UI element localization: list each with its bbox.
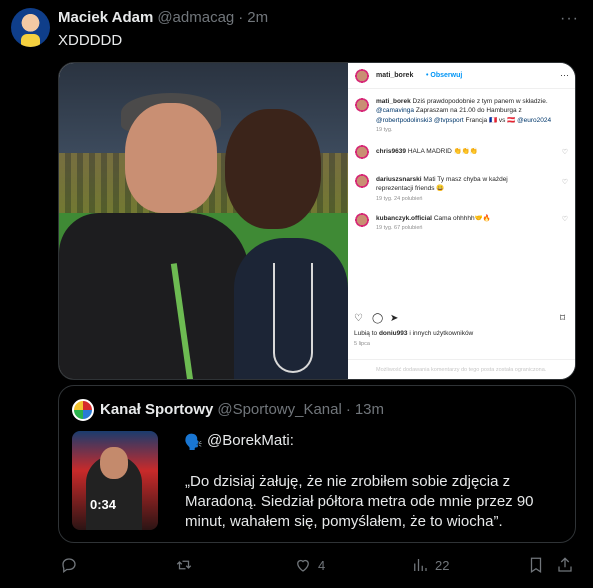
ig-username: mati_borek: [376, 72, 414, 79]
selfie-photo: [59, 63, 348, 379]
necklace: [273, 263, 313, 373]
ig-comment-user: chris9639: [376, 148, 406, 155]
quoted-header: Kanał Sportowy @Sportowy_Kanal · 13m: [100, 401, 384, 418]
views-count: 22: [435, 557, 450, 573]
ig-comment-meta: 19 tyg. 67 polubień: [376, 225, 423, 231]
like-button[interactable]: 4: [294, 556, 325, 574]
person-left-jacket: [59, 213, 249, 379]
ig-comment-icon: ◯: [372, 313, 384, 324]
ig-caption-part2: Zapraszam na 21.00 do Hamburga z: [415, 107, 522, 115]
tweet-media-image[interactable]: mati_borek • Obserwuj ··· mati_borek Dzi…: [58, 62, 576, 380]
ig-caption-avatar: [354, 97, 370, 113]
like-count: 4: [318, 557, 326, 573]
ig-like-icon: ♡: [354, 313, 363, 324]
quoted-tweet[interactable]: Kanał Sportowy @Sportowy_Kanal · 13m 0:3…: [58, 385, 576, 543]
ig-mention: @tvpsport: [433, 116, 464, 124]
share-button[interactable]: [556, 556, 574, 574]
quoted-text: „Do dzisiaj żałuję, że nie zrobiłem sobi…: [185, 473, 534, 530]
tweet-action-bar: 4 22: [58, 556, 576, 576]
ig-likes-suffix: i innych użytkowników: [409, 330, 474, 337]
ig-caption-part3: Francja 🇫🇷 vs 🇦🇹: [465, 116, 516, 124]
reply-button[interactable]: [60, 556, 84, 574]
ig-caption-user: mati_borek: [376, 98, 411, 105]
author-avatar[interactable]: [11, 8, 50, 47]
ig-header: mati_borek • Obserwuj ···: [348, 63, 575, 89]
quoted-mention[interactable]: @BorekMati:: [207, 432, 294, 449]
ig-comments-disabled: Możliwość dodawania komentarzy do tego p…: [348, 359, 575, 379]
ig-avatar: [354, 68, 370, 84]
ig-comment-user: kubanczyk.official: [376, 215, 432, 222]
video-duration: 0:34: [90, 497, 117, 512]
ig-heart-icon: ♡: [561, 149, 568, 156]
ig-mention: @robertpodolinski3: [376, 116, 433, 124]
ig-share-icon: ➤: [390, 313, 399, 324]
retweet-button[interactable]: [175, 556, 199, 574]
ig-heart-icon: ♡: [561, 179, 568, 186]
ig-likes: Lubią to doniu993 i innych użytkowników: [354, 330, 473, 337]
ig-mention: @euro2024: [517, 116, 552, 124]
ig-more-icon: ···: [560, 70, 569, 80]
ig-mention: @camavinga: [376, 107, 415, 115]
person-right-face: [225, 109, 321, 229]
ig-likes-prefix: Lubią to: [354, 330, 378, 337]
tweet-text: XDDDDD: [58, 32, 123, 49]
bookmark-button[interactable]: [527, 556, 545, 574]
ig-save-icon: ⌑: [560, 313, 566, 324]
quoted-avatar[interactable]: [72, 399, 94, 421]
ig-comment-avatar: [354, 173, 370, 189]
ig-caption: mati_borek Dziś prawdopodobnie z tym pan…: [376, 97, 566, 125]
author-handle[interactable]: @admacag: [157, 9, 234, 26]
ig-comment-text: Cama ohhhhh🤝🔥: [433, 215, 491, 222]
ig-comment: chris9639 HALA MADRID 👏👏👏: [376, 147, 566, 156]
separator: ·: [238, 9, 244, 26]
ig-caption-meta: 19 tyg.: [376, 127, 393, 133]
instagram-panel: mati_borek • Obserwuj ··· mati_borek Dzi…: [348, 63, 575, 379]
tweet-time[interactable]: 2m: [247, 9, 268, 26]
more-options-icon[interactable]: ···: [560, 10, 579, 28]
ig-follow-button: • Obserwuj: [426, 72, 463, 79]
reply-icon: [62, 558, 76, 574]
ig-heart-icon: ♡: [561, 216, 568, 223]
ig-comment-meta: 19 tyg. 24 polubień: [376, 196, 423, 202]
author-name[interactable]: Maciek Adam: [58, 9, 153, 26]
share-icon: [558, 557, 572, 572]
bookmark-icon: [530, 557, 542, 573]
retweet-icon: [176, 560, 192, 570]
ig-comment-avatar: [354, 212, 370, 228]
like-icon: [297, 559, 309, 572]
views-button[interactable]: 22: [411, 556, 449, 574]
speaking-head-icon: 🗣️: [184, 434, 203, 451]
quoted-video-thumbnail[interactable]: 0:34: [72, 431, 158, 530]
ig-date: 5 lipca: [354, 341, 370, 347]
ig-comment-text: HALA MADRID 👏👏👏: [407, 148, 478, 155]
views-icon: [414, 559, 427, 571]
quoted-time[interactable]: 13m: [355, 401, 384, 418]
quoted-name[interactable]: Kanał Sportowy: [100, 401, 213, 418]
ig-comment-avatar: [354, 144, 370, 160]
person-left-face: [125, 103, 217, 213]
separator: ·: [345, 401, 351, 418]
video-face: [100, 447, 128, 479]
ig-caption-part1: Dziś prawdopodobnie z tym panem w składz…: [412, 98, 548, 105]
tweet-header: Maciek Adam @admacag · 2m: [58, 9, 268, 26]
ig-comment: dariuszsnarski Mati Ty masz chyba w każd…: [376, 175, 546, 194]
quoted-handle[interactable]: @Sportowy_Kanal: [217, 401, 341, 418]
ig-comment: kubanczyk.official Cama ohhhhh🤝🔥: [376, 214, 566, 223]
ig-action-bar: ♡ ◯ ➤ ⌑: [354, 313, 572, 327]
ig-comment-user: dariuszsnarski: [376, 176, 422, 183]
ig-likes-user: doniu993: [378, 330, 408, 337]
